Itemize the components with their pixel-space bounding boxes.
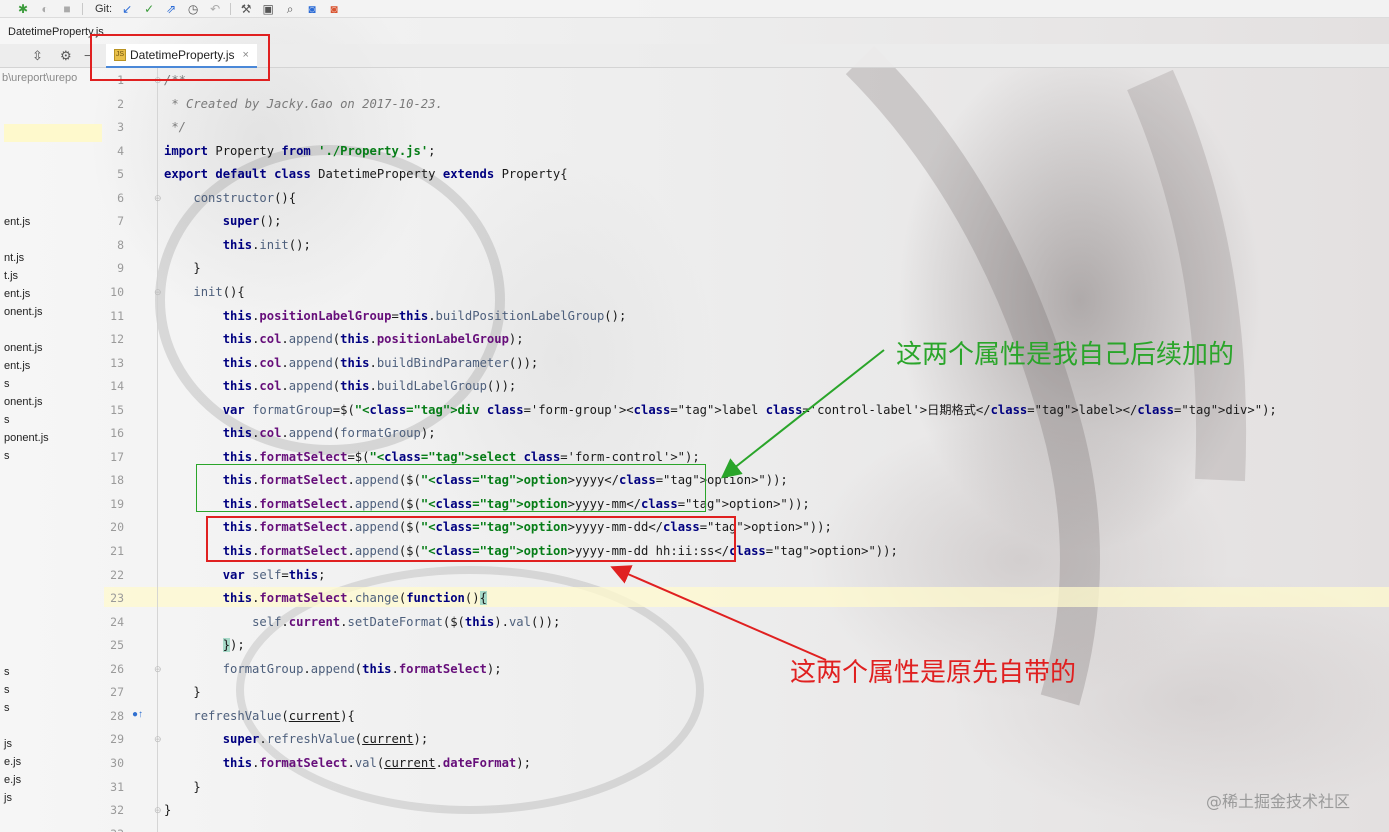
watermark: @稀土掘金技术社区 [1206,792,1351,811]
annotation-arrows [610,349,885,661]
red-arrow [610,565,827,661]
green-arrow [720,349,885,479]
